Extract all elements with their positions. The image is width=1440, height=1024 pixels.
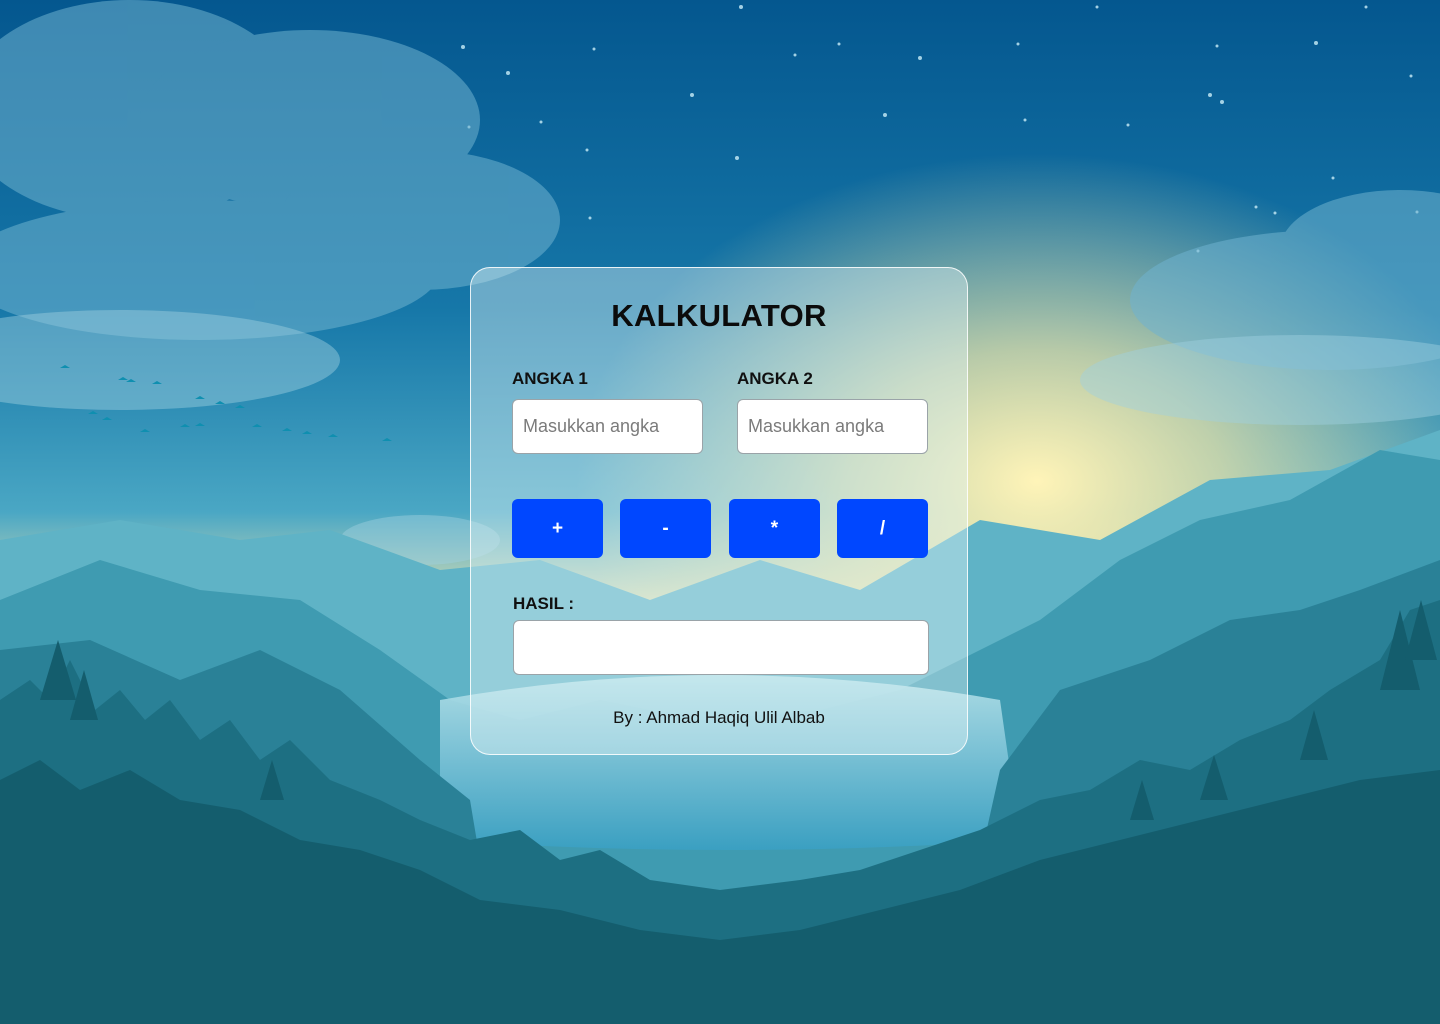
page-title: KALKULATOR [611, 298, 827, 333]
result-field[interactable] [513, 620, 929, 675]
add-button[interactable]: + [512, 499, 603, 558]
number1-label: ANGKA 1 [512, 369, 588, 388]
number1-input[interactable] [512, 399, 703, 454]
number2-label: ANGKA 2 [737, 369, 813, 388]
calculator-card: KALKULATOR ANGKA 1 ANGKA 2 + - * / HASIL… [470, 267, 968, 755]
author-credit: By : Ahmad Haqiq Ulil Albab [613, 708, 825, 727]
multiply-button[interactable]: * [729, 499, 820, 558]
result-label: HASIL : [513, 594, 575, 613]
subtract-button[interactable]: - [620, 499, 711, 558]
number2-input[interactable] [737, 399, 928, 454]
divide-button[interactable]: / [837, 499, 928, 558]
